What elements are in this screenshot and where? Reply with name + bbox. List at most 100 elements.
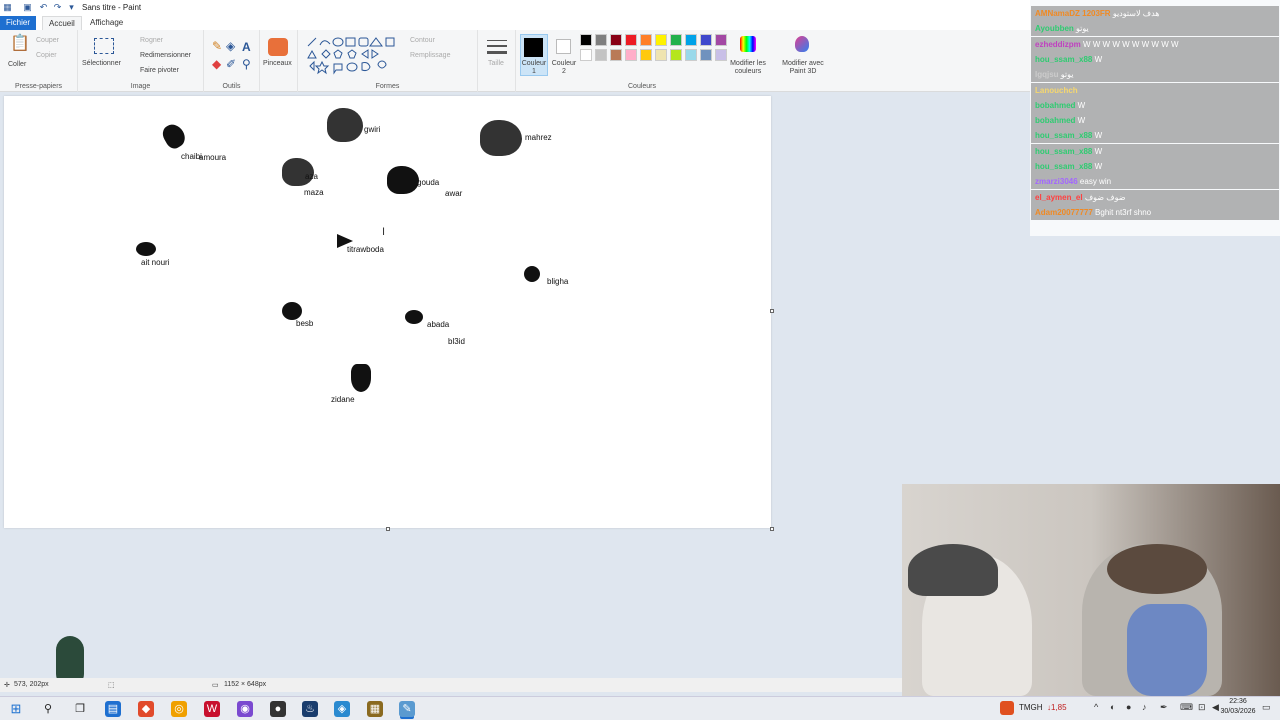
wps-icon[interactable]: W	[204, 701, 220, 717]
palette-swatch[interactable]	[700, 49, 712, 61]
tray-icon-a[interactable]: ◐	[1110, 702, 1115, 712]
obs-icon[interactable]: ●	[270, 701, 286, 717]
chat-username: Adam20077777	[1035, 207, 1093, 217]
chat-text: W W W W W W W W W W	[1080, 39, 1179, 49]
redo-icon[interactable]: ↷	[52, 2, 63, 13]
size-button[interactable]: Taille	[488, 60, 504, 67]
chat-text: W	[1075, 100, 1086, 110]
palette-swatch[interactable]	[655, 49, 667, 61]
clock-time[interactable]: 22:36	[1218, 698, 1258, 705]
palette-swatch[interactable]	[670, 49, 682, 61]
crop-button[interactable]: Rogner	[140, 37, 163, 44]
drawn-scribble-bligha	[524, 266, 540, 282]
paint-taskbar-icon[interactable]: ✎	[399, 701, 415, 717]
palette-swatch[interactable]	[580, 49, 592, 61]
select-icon[interactable]	[94, 38, 114, 54]
app-icon[interactable]: ◈	[334, 701, 350, 717]
clock-date[interactable]: 30/03/2026	[1218, 708, 1258, 715]
resize-button[interactable]: Redimensionner	[140, 52, 191, 59]
palette-swatch[interactable]	[610, 49, 622, 61]
palette-swatch[interactable]	[625, 49, 637, 61]
outline-dropdown[interactable]: Contour	[410, 37, 435, 44]
resize-handle-corner[interactable]	[770, 527, 774, 531]
resize-handle-right[interactable]	[770, 309, 774, 313]
tab-affichage[interactable]: Affichage	[84, 16, 129, 30]
tray-chevron-icon[interactable]: ^	[1094, 702, 1098, 712]
palette-swatch[interactable]	[625, 34, 637, 46]
fill-icon[interactable]: ◈	[226, 40, 235, 52]
magnifier-icon[interactable]: ⚲	[242, 58, 251, 70]
palette-swatch[interactable]	[655, 34, 667, 46]
discord-icon[interactable]: ◉	[237, 701, 253, 717]
label-amoura: amoura	[199, 153, 227, 162]
customize-quick-access-icon[interactable]: ▾	[66, 2, 77, 13]
webcam-overlay	[902, 484, 1280, 696]
paint3d-button[interactable]: Modifier avec Paint 3D	[780, 60, 826, 76]
palette-swatch[interactable]	[580, 34, 592, 46]
paint3d-icon[interactable]	[795, 36, 809, 52]
palette-swatch[interactable]	[685, 34, 697, 46]
palette-swatch[interactable]	[640, 49, 652, 61]
palette-swatch[interactable]	[700, 34, 712, 46]
chat-text: Bghit nt3rf shno	[1092, 207, 1152, 217]
brushes-group: Pinceaux	[260, 30, 298, 92]
chat-username: Lanouchch	[1035, 85, 1078, 95]
notifications-icon[interactable]: ▭	[1262, 702, 1271, 713]
chat-username: AMNamaDZ 1203FR	[1035, 9, 1111, 18]
pen-icon[interactable]: ✒	[1160, 702, 1168, 713]
steam-icon[interactable]: ♨	[302, 701, 318, 717]
selection-size-icon: ⬚	[108, 682, 115, 689]
tab-accueil[interactable]: Accueil	[42, 16, 82, 30]
fill-dropdown[interactable]: Remplissage	[410, 52, 450, 59]
pencil-icon[interactable]: ✎	[212, 40, 222, 52]
shapes-gallery-icon[interactable]	[306, 36, 406, 76]
tray-app-icon[interactable]	[1000, 701, 1014, 715]
edit-colors-icon[interactable]	[740, 36, 756, 52]
network-icon[interactable]: ⊡	[1198, 702, 1206, 713]
palette-swatch[interactable]	[595, 34, 607, 46]
windows-start-icon[interactable]: ⊞	[8, 701, 24, 717]
palette-swatch[interactable]	[610, 34, 622, 46]
chat-text: W	[1092, 146, 1103, 156]
rotate-button[interactable]: Faire pivoter	[140, 67, 179, 74]
save-icon[interactable]: ▣	[22, 2, 33, 13]
select-button[interactable]: Sélectionner	[82, 60, 121, 67]
palette-swatch[interactable]	[715, 34, 727, 46]
palette-swatch[interactable]	[670, 34, 682, 46]
keyboard-icon[interactable]: ⌨	[1180, 702, 1193, 713]
chat-message: zmarzi3046 easy win	[1031, 174, 1279, 190]
label-zidane: zidane	[331, 395, 355, 404]
eraser-icon[interactable]: ◆	[212, 58, 221, 70]
file-explorer-icon[interactable]: ▤	[105, 701, 121, 717]
edit-colors-button[interactable]: Modifier les couleurs	[726, 60, 770, 76]
clipboard-group: 📋 Coller Couper Copier Presse-papiers	[0, 30, 78, 92]
chrome-icon[interactable]: ◎	[171, 701, 187, 717]
undo-icon[interactable]: ↶	[38, 2, 49, 13]
color2-label: Couleur 2	[551, 60, 577, 75]
brave-icon[interactable]: ◆	[138, 701, 154, 717]
palette-swatch[interactable]	[640, 34, 652, 46]
color-picker-icon[interactable]: ✐	[226, 58, 236, 70]
color2-swatch[interactable]	[556, 39, 571, 54]
drawing-canvas[interactable]: chaibi amoura gwiri mahrez aza maza goud…	[4, 96, 771, 528]
taskbar: ⊞ ⚲ ❐ ▤ ◆ ◎ W ◉ ● ♨ ◈ ▦ ✎ TMGH ↓1,85 ^ ◐…	[0, 696, 1280, 720]
copy-button[interactable]: Copier	[36, 52, 57, 59]
tools-group: ✎ ◈ A ◆ ✐ ⚲ Outils	[204, 30, 260, 92]
search-icon[interactable]: ⚲	[40, 701, 56, 717]
brushes-button[interactable]: Pinceaux	[263, 60, 292, 67]
palette-swatch[interactable]	[595, 49, 607, 61]
resize-handle-bottom[interactable]	[386, 527, 390, 531]
brush-icon[interactable]	[268, 38, 288, 56]
task-view-icon[interactable]: ❐	[72, 701, 88, 717]
paste-icon[interactable]: 📋	[10, 36, 30, 52]
microphone-icon[interactable]: ♪	[1142, 702, 1147, 712]
cut-button[interactable]: Couper	[36, 37, 59, 44]
game-icon[interactable]: ▦	[367, 701, 383, 717]
palette-swatch[interactable]	[685, 49, 697, 61]
canvas-size-icon: ▭	[212, 682, 219, 689]
tab-fichier[interactable]: Fichier	[0, 16, 37, 30]
tray-icon-b[interactable]: ●	[1126, 702, 1131, 712]
paste-button[interactable]: Coller	[8, 61, 26, 68]
text-tool-icon[interactable]: A	[242, 40, 251, 54]
chat-message: el_aymen_el ضوف ضوف	[1031, 189, 1279, 205]
